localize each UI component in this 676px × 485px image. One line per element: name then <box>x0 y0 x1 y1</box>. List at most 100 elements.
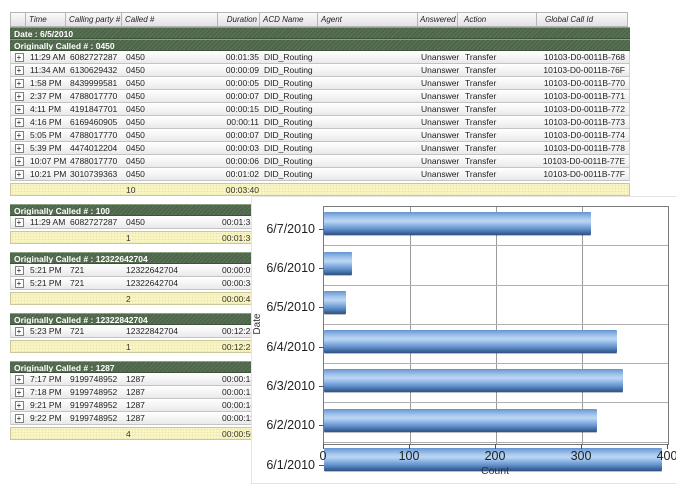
cell-dur: 00:00:15 <box>219 103 261 115</box>
header-calling[interactable]: Calling party # <box>66 12 122 27</box>
cell-gid: 10103-D0-0011B-76F <box>538 64 629 76</box>
expand-button[interactable]: + <box>15 218 24 227</box>
cell-acd: DID_Routing <box>261 155 319 167</box>
x-axis-tick-label: 400 <box>657 449 676 463</box>
expand-cell: + <box>11 142 27 154</box>
x-axis-tick-label: 200 <box>485 449 506 463</box>
expand-button[interactable]: + <box>15 118 24 127</box>
y-axis-label-6-7-2010: 6/7/2010 <box>266 222 315 236</box>
cell-calling: 3010739363 <box>67 168 123 180</box>
cell-ans: Unanswered <box>419 116 459 128</box>
y-axis-label-6-3-2010: 6/3/2010 <box>266 379 315 393</box>
cell-act: Transfer <box>459 168 538 180</box>
expand-button[interactable]: + <box>15 266 24 275</box>
expand-button[interactable]: + <box>15 79 24 88</box>
expand-cell: + <box>11 325 27 337</box>
cell-calling: 721 <box>67 264 123 276</box>
table-row: +5:05 PM4788017770045000:00:07DID_Routin… <box>10 129 630 142</box>
table-row: +4:16 PM6169460905045000:00:11DID_Routin… <box>10 116 630 129</box>
cell-ans: Unanswered <box>419 90 459 102</box>
cell-calling: 9199748952 <box>67 399 123 411</box>
expand-cell: + <box>11 216 27 228</box>
cell-calling: 4474012204 <box>67 142 123 154</box>
expand-button[interactable]: + <box>15 375 24 384</box>
expand-button[interactable]: + <box>15 144 24 153</box>
expand-button[interactable]: + <box>15 92 24 101</box>
expand-cell: + <box>11 103 27 115</box>
table-row: +2:37 PM4788017770045000:00:07DID_Routin… <box>10 90 630 103</box>
expand-button[interactable]: + <box>15 170 24 179</box>
expand-button[interactable]: + <box>15 53 24 62</box>
cell-calling: 9199748952 <box>67 412 123 424</box>
cell-gid: 10103-D0-0011B-772 <box>538 103 629 115</box>
cell-ans: Unanswered <box>419 64 459 76</box>
cell-acd: DID_Routing <box>261 103 319 115</box>
expand-button[interactable]: + <box>15 157 24 166</box>
cell-time: 11:34 AM <box>27 64 67 76</box>
expand-button[interactable]: + <box>15 388 24 397</box>
table-row: +10:21 PM3010739363045000:01:02DID_Routi… <box>10 168 630 181</box>
bar-6-2-2010 <box>324 409 597 432</box>
header-agent[interactable]: Agent <box>318 12 418 27</box>
header-dur[interactable]: Duration <box>218 12 260 27</box>
header-ans[interactable]: Answered <box>418 12 458 27</box>
expand-button[interactable]: + <box>15 131 24 140</box>
expand-button[interactable]: + <box>15 279 24 288</box>
bar-6-6-2010 <box>324 252 352 275</box>
summary-spacer <box>11 341 27 352</box>
cell-dur: 00:00:14 <box>219 399 253 411</box>
header-gid[interactable]: Global Call Id <box>537 12 628 27</box>
cell-called: 1287 <box>123 399 219 411</box>
cell-time: 5:05 PM <box>27 129 67 141</box>
expand-cell: + <box>11 116 27 128</box>
cell-called: 12322642704 <box>123 277 219 289</box>
expand-button[interactable]: + <box>15 401 24 410</box>
expand-cell: + <box>11 277 27 289</box>
expand-cell: + <box>11 77 27 89</box>
header-act[interactable]: Action <box>458 12 537 27</box>
cell-time: 7:17 PM <box>27 373 67 385</box>
summary-spacer <box>11 232 27 243</box>
cell-time: 4:16 PM <box>27 116 67 128</box>
cell-called: 0450 <box>123 216 219 228</box>
header-acd[interactable]: ACD Name <box>260 12 318 27</box>
summary-duration: 00:03:40 <box>219 184 261 195</box>
summary-spacer <box>67 341 123 352</box>
cell-gid: 10103-D0-0011B-77F <box>538 168 629 180</box>
cell-called: 0450 <box>123 51 219 63</box>
cell-dur: 00:00:13 <box>219 373 253 385</box>
cell-calling: 721 <box>67 277 123 289</box>
cell-dur: 00:00:03 <box>219 142 261 154</box>
expand-button[interactable]: + <box>15 66 24 75</box>
chart-y-axis-title: Date <box>252 313 263 334</box>
cell-called: 0450 <box>123 77 219 89</box>
cell-agent <box>319 129 419 141</box>
x-axis-tick-label: 100 <box>399 449 420 463</box>
summary-count: 2 <box>123 293 219 304</box>
cell-time: 5:23 PM <box>27 325 67 337</box>
summary-count: 1 <box>123 232 219 243</box>
header-time[interactable]: Time <box>26 12 66 27</box>
expand-button[interactable]: + <box>15 327 24 336</box>
table-row: +11:29 AM6082727287045000:01:35DID_Routi… <box>10 51 630 64</box>
expand-button[interactable]: + <box>15 414 24 423</box>
cell-called: 12322642704 <box>123 264 219 276</box>
cell-calling: 4788017770 <box>67 155 123 167</box>
chart-band: 6/3/2010 <box>324 369 668 403</box>
cell-act: Transfer <box>459 129 538 141</box>
bar-6-5-2010 <box>324 291 346 314</box>
header-called[interactable]: Called # <box>122 12 218 27</box>
cell-time: 11:29 AM <box>27 51 67 63</box>
table-row: +1:58 PM8439999581045000:00:05DID_Routin… <box>10 77 630 90</box>
expand-button[interactable]: + <box>15 105 24 114</box>
cell-acd: DID_Routing <box>261 129 319 141</box>
expand-cell: + <box>11 155 27 167</box>
cell-calling: 6082727287 <box>67 51 123 63</box>
cell-act: Transfer <box>459 77 538 89</box>
cell-dur: 00:00:09 <box>219 64 261 76</box>
summary-duration: 00:12:23 <box>219 341 253 352</box>
cell-dur: 00:01:02 <box>219 168 261 180</box>
cell-called: 0450 <box>123 142 219 154</box>
cell-ans: Unanswered <box>419 51 459 63</box>
cell-dur: 00:00:07 <box>219 90 261 102</box>
